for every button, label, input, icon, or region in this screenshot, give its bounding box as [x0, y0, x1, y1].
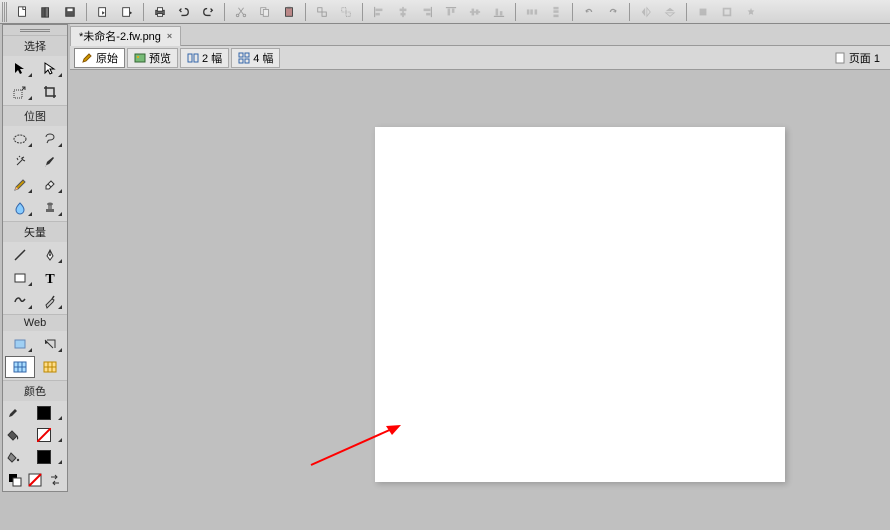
default-colors-button[interactable] [7, 472, 23, 488]
pencil-stroke-icon [6, 406, 20, 420]
flip-h-button[interactable] [635, 2, 657, 22]
view-4up-tab[interactable]: 4 幅 [231, 48, 280, 68]
page-indicator[interactable]: 页面 1 [829, 48, 886, 68]
view-2up-tab[interactable]: 2 幅 [180, 48, 229, 68]
pencil-icon [81, 52, 93, 64]
rotate-left-button[interactable] [578, 2, 600, 22]
align-top-button[interactable] [440, 2, 462, 22]
ungroup-button[interactable] [335, 2, 357, 22]
no-color-button[interactable] [27, 472, 43, 488]
four-pane-icon [238, 52, 250, 64]
vector-section-header: 矢量 [3, 222, 67, 242]
align-left-button[interactable] [368, 2, 390, 22]
print-button[interactable] [149, 2, 171, 22]
canvas[interactable] [375, 127, 785, 482]
eraser-tool[interactable] [36, 174, 66, 196]
close-tab-button[interactable]: × [167, 31, 172, 41]
stroke-button[interactable] [716, 2, 738, 22]
group-button[interactable] [311, 2, 333, 22]
page-icon [835, 52, 845, 64]
export-button[interactable] [116, 2, 138, 22]
stroke-color [37, 406, 51, 420]
paste-button[interactable] [278, 2, 300, 22]
flip-v-button[interactable] [659, 2, 681, 22]
distribute-v-button[interactable] [545, 2, 567, 22]
align-vcenter-button[interactable] [464, 2, 486, 22]
view-original-tab[interactable]: 原始 [74, 48, 125, 68]
select-section-header: 选择 [3, 36, 67, 56]
marquee-tool[interactable] [5, 128, 35, 150]
pen-tool[interactable] [36, 244, 66, 266]
stroke-eyedropper[interactable] [5, 403, 21, 423]
fill-color [37, 428, 51, 442]
new-file-button[interactable] [11, 2, 33, 22]
bucket-icon [6, 428, 20, 442]
open-file-button[interactable] [35, 2, 57, 22]
hide-slices-button[interactable] [5, 356, 35, 378]
rectangle-tool[interactable] [5, 267, 35, 289]
subselect-tool[interactable] [36, 58, 66, 80]
fill-bucket[interactable] [5, 425, 21, 445]
fill-color-swatch[interactable] [23, 425, 65, 445]
svg-text:T: T [46, 272, 56, 286]
web-section-header: Web [3, 315, 67, 331]
tool-panel: 选择 位图 矢量 T [2, 24, 68, 492]
two-pane-icon [187, 52, 199, 64]
toolbar-grip[interactable] [2, 2, 7, 22]
lasso-tool[interactable] [36, 128, 66, 150]
import-button[interactable] [92, 2, 114, 22]
file-tab-name: *未命名-2.fw.png [79, 28, 161, 44]
stamp-tool[interactable] [36, 197, 66, 219]
pointer-tool[interactable] [5, 58, 35, 80]
panel-grip[interactable] [3, 25, 67, 35]
save-button[interactable] [59, 2, 81, 22]
align-hcenter-button[interactable] [392, 2, 414, 22]
canvas-color [37, 450, 51, 464]
canvas-area[interactable] [70, 70, 890, 530]
blur-tool[interactable] [5, 197, 35, 219]
magic-wand-tool[interactable] [5, 151, 35, 173]
image-icon [134, 52, 146, 64]
effects-button[interactable] [740, 2, 762, 22]
rotate-right-button[interactable] [602, 2, 624, 22]
slice-tool[interactable] [36, 333, 66, 355]
line-tool[interactable] [5, 244, 35, 266]
distribute-h-button[interactable] [521, 2, 543, 22]
view-mode-bar: 原始 预览 2 幅 4 幅 页面 1 [70, 46, 890, 70]
copy-button[interactable] [254, 2, 276, 22]
text-tool[interactable]: T [36, 267, 66, 289]
colors-section-header: 颜色 [3, 381, 67, 401]
freeform-tool[interactable] [5, 290, 35, 312]
fill-button[interactable] [692, 2, 714, 22]
view-preview-tab[interactable]: 预览 [127, 48, 178, 68]
swap-colors-button[interactable] [47, 472, 63, 488]
stroke-color-swatch[interactable] [23, 403, 65, 423]
main-toolbar [0, 0, 890, 24]
brush-tool[interactable] [36, 151, 66, 173]
cut-button[interactable] [230, 2, 252, 22]
align-right-button[interactable] [416, 2, 438, 22]
pencil-tool[interactable] [5, 174, 35, 196]
paint-bucket-icon [6, 450, 20, 464]
scale-tool[interactable] [5, 81, 35, 103]
paint-bucket-tool[interactable] [5, 447, 21, 467]
hotspot-tool[interactable] [5, 333, 35, 355]
canvas-color-swatch[interactable] [23, 447, 65, 467]
show-slices-button[interactable] [36, 356, 66, 378]
crop-tool[interactable] [36, 81, 66, 103]
align-bottom-button[interactable] [488, 2, 510, 22]
bitmap-section-header: 位图 [3, 106, 67, 126]
file-tab[interactable]: *未命名-2.fw.png × [70, 26, 181, 46]
knife-tool[interactable] [36, 290, 66, 312]
undo-button[interactable] [173, 2, 195, 22]
file-tabs-bar: *未命名-2.fw.png × [70, 24, 890, 46]
redo-button[interactable] [197, 2, 219, 22]
